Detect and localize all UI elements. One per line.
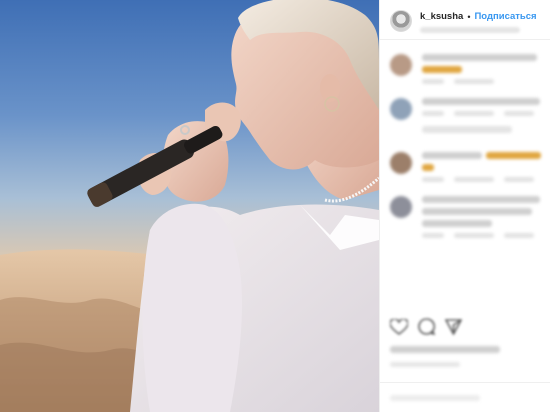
likes-count-blurred[interactable] [390, 346, 500, 353]
comments-list [380, 54, 550, 238]
add-comment-placeholder-blurred[interactable] [390, 395, 480, 401]
comment-likes-blurred [454, 111, 494, 116]
comment-reply-blurred[interactable] [504, 233, 534, 238]
comment-emoji-blurred [486, 152, 541, 159]
view-replies-blurred[interactable] [422, 126, 512, 133]
comment-line [422, 152, 542, 164]
comment-avatar[interactable] [390, 196, 412, 218]
comment-user-blurred [422, 152, 482, 159]
follow-button[interactable]: Подписаться [474, 10, 536, 24]
comment-avatar[interactable] [390, 152, 412, 174]
comment-likes-blurred [454, 233, 494, 238]
comment-text-blurred [422, 208, 532, 215]
comment-text-blurred [422, 54, 537, 61]
comment-meta [422, 177, 542, 182]
comment-likes-blurred [454, 177, 494, 182]
comment-item [390, 196, 542, 238]
comment-item [390, 98, 542, 138]
header-row: k_ksusha • Подписаться [420, 10, 537, 24]
comment-time-blurred [422, 79, 444, 84]
comment-body [422, 54, 542, 84]
comment-reply-blurred[interactable] [504, 111, 534, 116]
comment-time-blurred [422, 111, 444, 116]
comment-time-blurred [422, 233, 444, 238]
avatar[interactable] [390, 10, 412, 32]
comment-text-blurred [422, 220, 492, 227]
post-photo[interactable] [0, 0, 379, 412]
post-sidebar: k_ksusha • Подписаться [379, 0, 550, 412]
comment-time-blurred [422, 177, 444, 182]
separator-dot: • [467, 12, 471, 22]
comment-body [422, 98, 542, 138]
comment-meta [422, 79, 542, 84]
comment-emoji-blurred [422, 164, 434, 171]
location-line-blurred [420, 27, 520, 33]
comment-reply-blurred[interactable] [504, 177, 534, 182]
heart-icon[interactable] [389, 317, 409, 340]
add-comment-area[interactable] [380, 382, 550, 412]
post-date-blurred [390, 362, 460, 367]
username-link[interactable]: k_ksusha [420, 10, 463, 24]
comment-avatar[interactable] [390, 54, 412, 76]
comment-item [390, 54, 542, 84]
comment-emoji-blurred [422, 66, 462, 73]
comment-body [422, 152, 542, 182]
post-header: k_ksusha • Подписаться [380, 0, 550, 40]
comment-meta [422, 233, 542, 238]
comment-icon[interactable] [418, 318, 436, 340]
comment-body [422, 196, 542, 238]
share-icon[interactable] [444, 318, 463, 340]
comment-text-blurred [422, 196, 540, 203]
comment-meta [422, 111, 542, 116]
comment-item [390, 152, 542, 182]
comment-text-blurred [422, 98, 540, 105]
comment-reply-blurred[interactable] [454, 79, 494, 84]
photo-illustration [0, 0, 379, 412]
action-bar [389, 317, 463, 340]
header-text: k_ksusha • Подписаться [420, 10, 537, 33]
comment-avatar[interactable] [390, 98, 412, 120]
